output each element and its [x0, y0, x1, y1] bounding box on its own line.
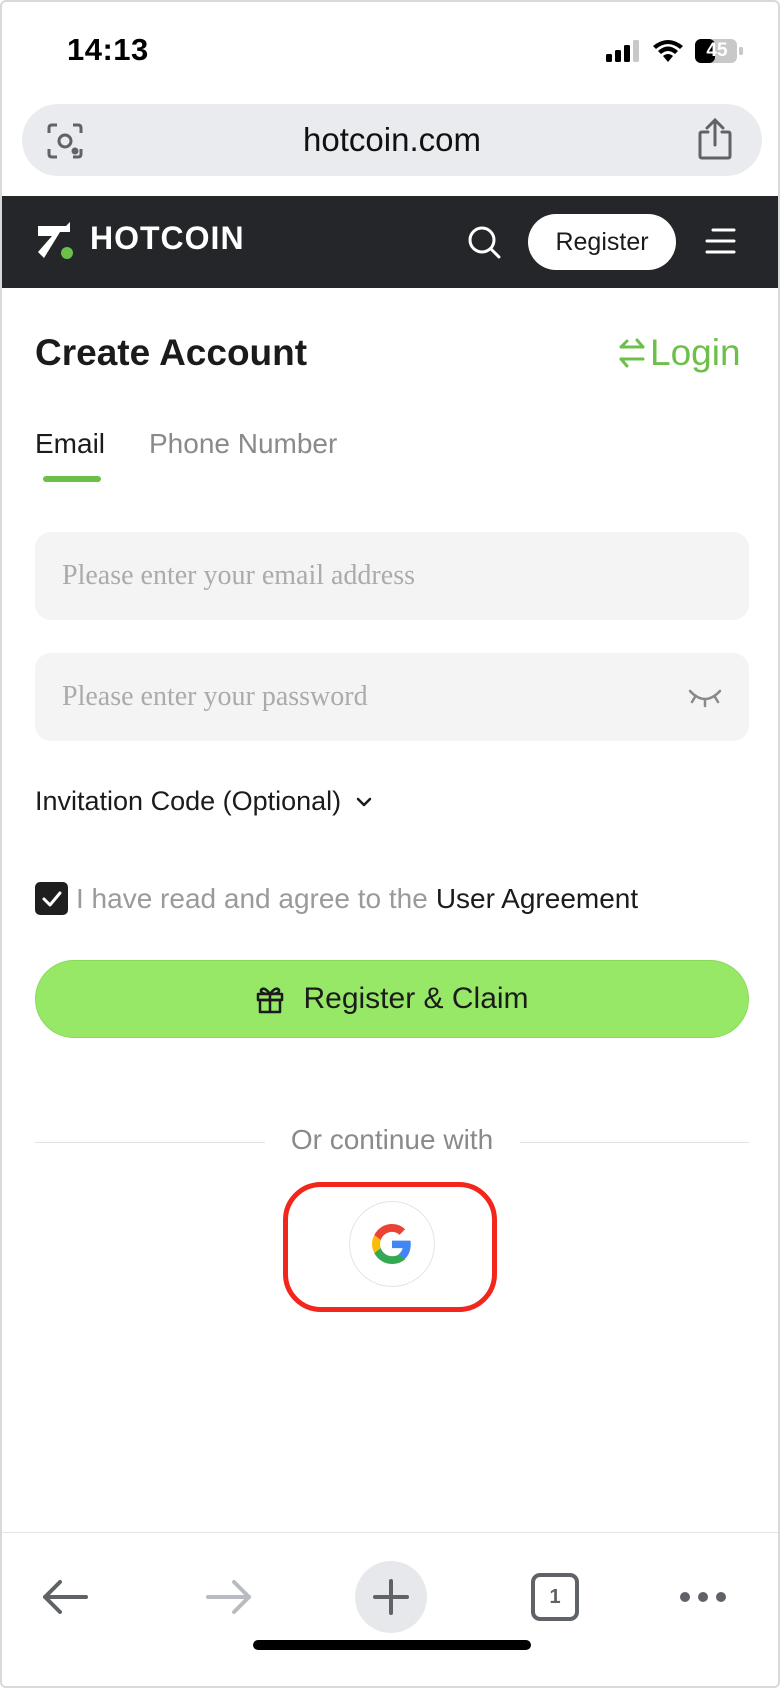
agreement-row: I have read and agree to the User Agreem…	[35, 882, 638, 915]
register-claim-button[interactable]: Register & Claim	[35, 960, 749, 1038]
gift-icon	[257, 987, 284, 1014]
checkmark-icon	[42, 891, 61, 906]
or-continue-with-text: Or continue with	[290, 1124, 494, 1155]
header-register-button[interactable]: Register	[528, 214, 676, 270]
browser-toolbar: 1	[2, 1532, 778, 1686]
google-icon	[372, 1224, 411, 1264]
email-input[interactable]	[62, 532, 682, 620]
logo-text[interactable]: HOTCOIN	[90, 220, 245, 257]
more-icon[interactable]	[679, 1589, 727, 1605]
active-tab-indicator	[43, 476, 101, 482]
tab-email[interactable]: Email	[35, 428, 105, 460]
divider-right	[520, 1142, 749, 1143]
battery-level: 45	[706, 40, 728, 61]
status-time: 14:13	[67, 32, 149, 67]
back-arrow-icon[interactable]	[40, 1577, 90, 1617]
signal-icon	[606, 40, 639, 62]
battery-icon: 45	[694, 38, 744, 64]
google-sign-in-button[interactable]	[349, 1201, 435, 1287]
invitation-code-label: Invitation Code (Optional)	[35, 786, 342, 816]
invitation-code-toggle[interactable]: Invitation Code (Optional)	[35, 786, 373, 817]
page-title: Create Account	[35, 332, 308, 373]
login-link[interactable]: Login	[617, 332, 741, 374]
tabs-button[interactable]: 1	[531, 1573, 579, 1621]
login-label[interactable]: Login	[650, 332, 741, 374]
agreement-text: I have read and agree to the	[76, 882, 428, 914]
wifi-icon	[653, 40, 683, 62]
hotcoin-logo-icon[interactable]	[36, 222, 76, 262]
swap-arrows-icon	[619, 338, 645, 368]
user-agreement-link[interactable]: User Agreement	[436, 883, 638, 915]
chevron-down-icon	[356, 797, 372, 806]
email-field-container	[35, 532, 749, 620]
url-text[interactable]: hotcoin.com	[22, 121, 762, 159]
menu-icon[interactable]	[704, 226, 736, 256]
new-tab-button[interactable]	[355, 1561, 427, 1633]
address-bar[interactable]: hotcoin.com	[22, 104, 762, 176]
agreement-checkbox[interactable]	[35, 882, 68, 915]
register-claim-label: Register & Claim	[303, 982, 529, 1015]
password-input[interactable]	[62, 653, 682, 741]
forward-arrow-icon[interactable]	[204, 1577, 254, 1617]
password-field-container	[35, 653, 749, 741]
phone-screen: 14:13 45 hotcoin.com HOTCOIN Register Cr…	[0, 0, 780, 1688]
home-indicator	[253, 1640, 531, 1650]
search-icon[interactable]	[466, 224, 502, 260]
status-bar: 14:13 45	[2, 2, 778, 98]
eye-closed-icon[interactable]	[687, 683, 723, 711]
tab-phone-number[interactable]: Phone Number	[149, 428, 337, 460]
site-header: HOTCOIN Register	[2, 196, 778, 288]
plus-icon	[373, 1579, 409, 1615]
share-icon[interactable]	[696, 118, 734, 160]
